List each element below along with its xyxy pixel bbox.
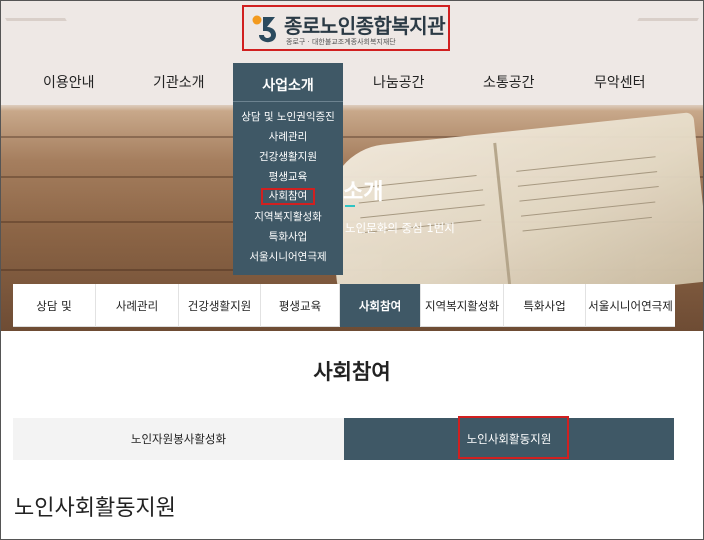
subtab-counseling[interactable]: 상담 및 <box>13 284 96 327</box>
dropdown-item-health[interactable]: 건강생활지원 <box>233 149 343 164</box>
nav-item-usage[interactable]: 이용안내 <box>43 72 95 92</box>
dropdown-item-case-management[interactable]: 사례관리 <box>233 129 343 144</box>
subtab-social-participation[interactable]: 사회참여 <box>340 284 421 327</box>
logo-icon <box>252 15 276 43</box>
tab-volunteer-activation[interactable]: 노인자원봉사활성화 <box>13 418 344 460</box>
logo-title: 종로노인종합복지관 <box>284 14 446 38</box>
site-logo[interactable]: 종로노인종합복지관 종로구 · 대한불교조계종사회복지재단 <box>242 5 450 51</box>
subtab-case-management[interactable]: 사례관리 <box>96 284 179 327</box>
section-title: 노인사회활동지원 <box>14 496 176 521</box>
sub-tab-bar: 상담 및 사례관리 건강생활지원 평생교육 사회참여 지역복지활성화 특화사업 … <box>13 284 675 327</box>
main-nav: 이용안내 기관소개 나눔공간 소통공간 무악센터 <box>0 72 704 96</box>
business-dropdown-menu: 사업소개 상담 및 노인권익증진 사례관리 건강생활지원 평생교육 사회참여 지… <box>233 63 343 275</box>
dropdown-item-theater[interactable]: 서울시니어연극제 <box>233 249 343 264</box>
dropdown-divider <box>233 101 343 102</box>
decorative-corner <box>1 1 67 21</box>
dropdown-item-education[interactable]: 평생교육 <box>233 169 343 184</box>
subtab-special[interactable]: 특화사업 <box>504 284 586 327</box>
dropdown-item-special[interactable]: 특화사업 <box>233 229 343 244</box>
hero-subtitle: 노인문화의 중심 1번지 <box>345 221 455 235</box>
dropdown-item-social-participation[interactable]: 사회참여 <box>233 188 343 205</box>
page-title: 사회참여 <box>313 360 391 384</box>
dropdown-item-community[interactable]: 지역복지활성화 <box>233 209 343 224</box>
nav-item-communication[interactable]: 소통공간 <box>483 72 535 92</box>
nav-item-business[interactable]: 사업소개 <box>233 75 343 95</box>
subtab-community[interactable]: 지역복지활성화 <box>421 284 504 327</box>
nav-item-muak-center[interactable]: 무악센터 <box>594 72 646 92</box>
hero-accent-bar <box>345 205 355 207</box>
logo-subtitle: 종로구 · 대한불교조계종사회복지재단 <box>286 38 396 46</box>
nav-item-sharing[interactable]: 나눔공간 <box>373 72 425 92</box>
hero-title: 소개 <box>343 180 384 205</box>
decorative-corner <box>637 1 703 21</box>
subtab-health[interactable]: 건강생활지원 <box>179 284 261 327</box>
subtab-theater[interactable]: 서울시니어연극제 <box>586 284 675 327</box>
nav-item-about[interactable]: 기관소개 <box>153 72 205 92</box>
subtab-education[interactable]: 평생교육 <box>261 284 340 327</box>
dropdown-item-counseling[interactable]: 상담 및 노인권익증진 <box>233 109 343 124</box>
